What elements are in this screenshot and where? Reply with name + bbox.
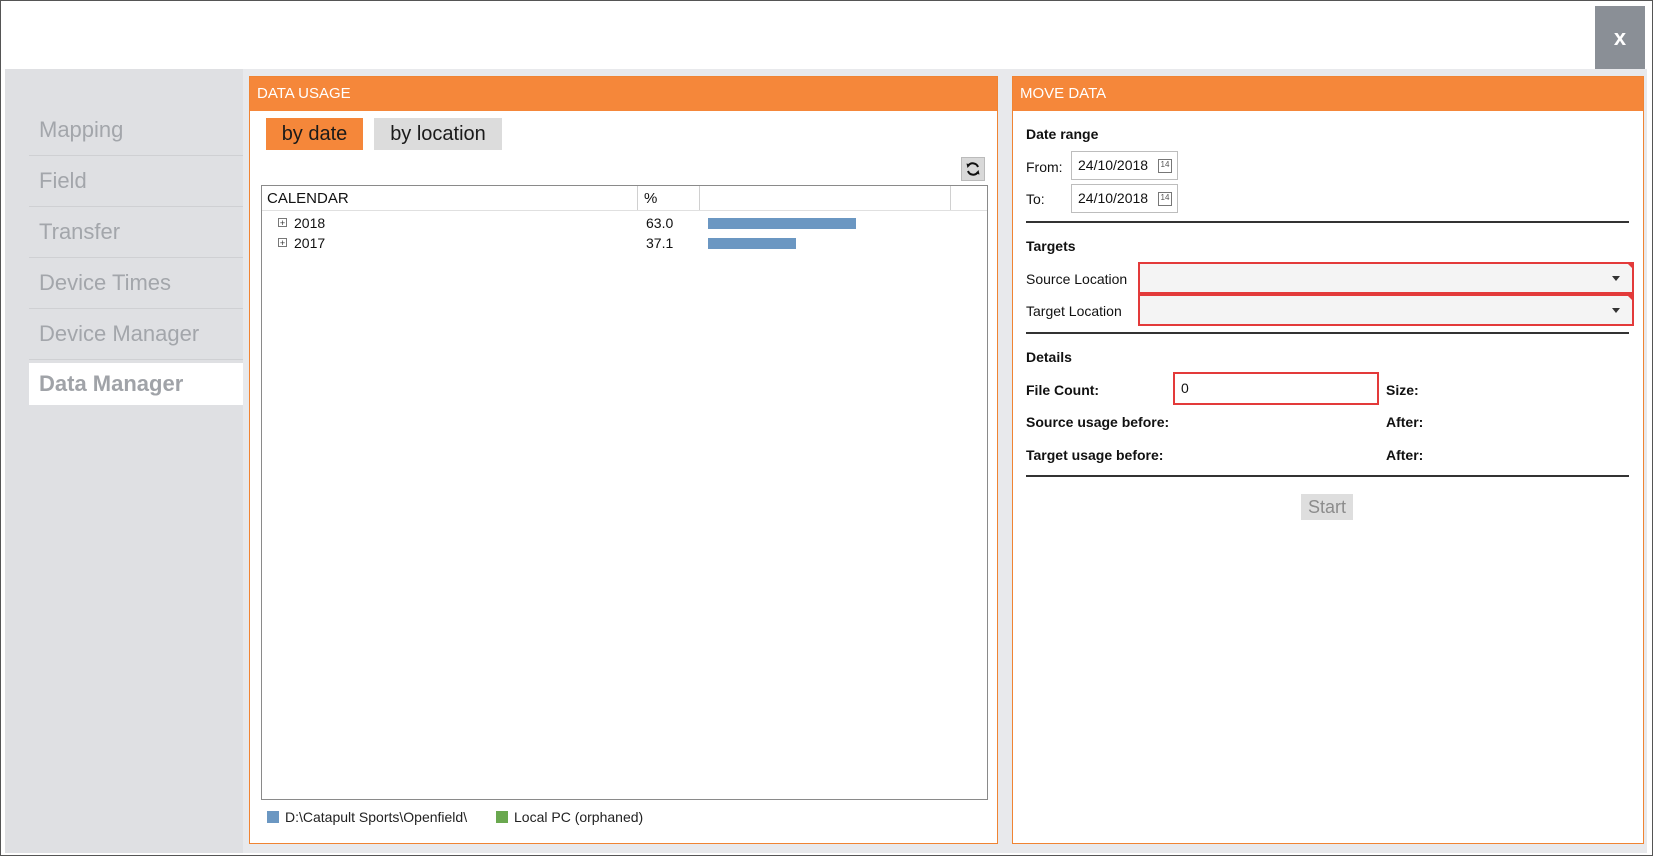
column-percent: % [644, 190, 658, 207]
tab-by-location[interactable]: by location [374, 118, 502, 150]
title-bar: x [5, 6, 1647, 69]
chevron-down-icon [1612, 276, 1620, 281]
chevron-down-icon [1612, 308, 1620, 313]
to-date-value: 24/10/2018 [1078, 190, 1149, 206]
details-title: Details [1026, 349, 1072, 365]
validation-error-marker [1626, 294, 1634, 302]
tab-by-date[interactable]: by date [266, 118, 363, 150]
to-label: To: [1026, 191, 1045, 207]
table-row[interactable]: + 2017 37.1 [262, 234, 987, 254]
sidebar-item-mapping[interactable]: Mapping [29, 104, 243, 156]
expand-icon[interactable]: + [278, 218, 287, 228]
from-date-input[interactable]: 24/10/2018 14 [1071, 151, 1178, 180]
sidebar-item-data-manager[interactable]: Data Manager [29, 363, 243, 405]
calendar-icon[interactable]: 14 [1158, 159, 1172, 173]
to-date-input[interactable]: 24/10/2018 14 [1071, 184, 1178, 213]
legend-label-local-pc: Local PC (orphaned) [514, 809, 644, 825]
usage-bar [708, 218, 856, 229]
row-year: 2017 [294, 235, 326, 251]
sidebar-item-field[interactable]: Field [29, 155, 243, 207]
data-manager-window: x Mapping Field Transfer Device Times De… [0, 0, 1653, 856]
file-count-field[interactable]: 0 [1173, 372, 1379, 405]
row-percent: 37.1 [646, 235, 674, 251]
size-label: Size: [1386, 382, 1419, 398]
data-usage-grid: CALENDAR % + 2018 63.0 + 2017 37.1 [261, 185, 988, 800]
divider [1026, 332, 1629, 334]
date-range-title: Date range [1026, 126, 1099, 142]
refresh-icon [966, 162, 980, 176]
file-count-label: File Count: [1026, 382, 1100, 398]
target-location-label: Target Location [1026, 303, 1122, 319]
targets-title: Targets [1026, 238, 1076, 254]
validation-error-marker [1626, 262, 1634, 270]
usage-bar [708, 238, 796, 249]
table-row[interactable]: + 2018 63.0 [262, 214, 987, 234]
sidebar-item-transfer[interactable]: Transfer [29, 206, 243, 258]
sidebar: Mapping Field Transfer Device Times Devi… [5, 69, 243, 853]
column-divider [950, 186, 951, 210]
column-divider [699, 186, 700, 210]
sidebar-item-device-manager[interactable]: Device Manager [29, 308, 243, 360]
target-usage-after-label: After: [1386, 447, 1424, 463]
close-button[interactable]: x [1595, 6, 1645, 69]
source-location-label: Source Location [1026, 271, 1128, 287]
target-usage-before-label: Target usage before: [1026, 447, 1164, 463]
refresh-button[interactable] [961, 157, 985, 181]
sidebar-item-device-times[interactable]: Device Times [29, 257, 243, 309]
target-location-dropdown[interactable] [1138, 294, 1634, 326]
column-divider [637, 186, 638, 210]
row-percent: 63.0 [646, 215, 674, 231]
legend-swatch-local-pc [496, 811, 508, 823]
move-data-header: MOVE DATA [1013, 77, 1643, 111]
source-usage-after-label: After: [1386, 414, 1424, 430]
legend-swatch-openfield [267, 811, 279, 823]
from-label: From: [1026, 159, 1063, 175]
expand-icon[interactable]: + [278, 238, 287, 248]
from-date-value: 24/10/2018 [1078, 157, 1149, 173]
row-year: 2018 [294, 215, 326, 231]
source-location-dropdown[interactable] [1138, 262, 1634, 294]
calendar-icon[interactable]: 14 [1158, 192, 1172, 206]
data-usage-header: DATA USAGE [250, 77, 997, 111]
grid-header: CALENDAR % [262, 186, 987, 211]
legend-label-openfield: D:\Catapult Sports\Openfield\ [285, 809, 468, 825]
source-usage-before-label: Source usage before: [1026, 414, 1170, 430]
divider [1026, 475, 1629, 477]
column-calendar: CALENDAR [267, 190, 349, 207]
divider [1026, 221, 1629, 223]
start-button[interactable]: Start [1301, 494, 1353, 520]
